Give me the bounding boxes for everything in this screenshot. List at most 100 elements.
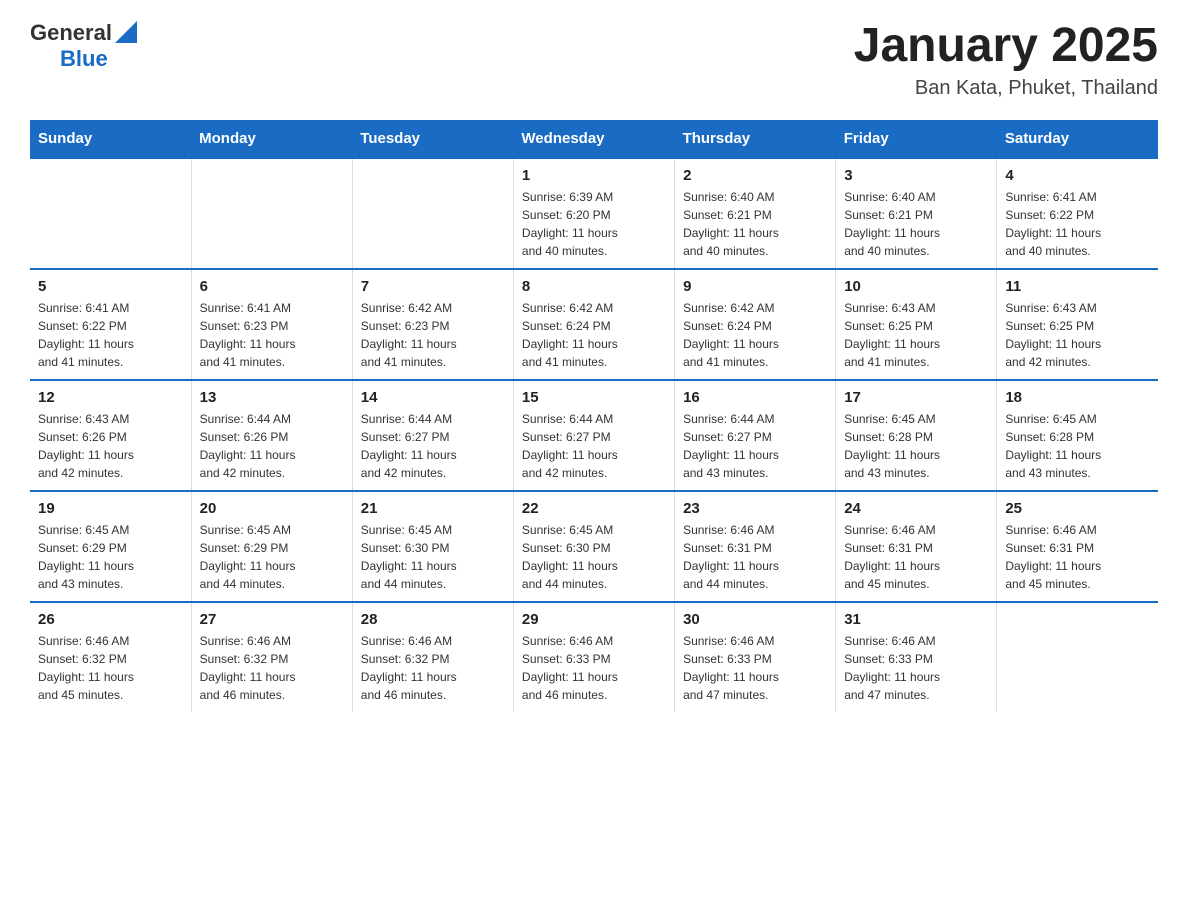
calendar-week-row: 19Sunrise: 6:45 AMSunset: 6:29 PMDayligh…: [30, 491, 1158, 602]
calendar-cell: 7 Sunrise: 6:42 AMSunset: 6:23 PMDaylight…: [352, 269, 513, 380]
col-header-wednesday: Wednesday: [513, 120, 674, 158]
calendar-header-row: SundayMondayTuesdayWednesdayThursdayFrid…: [30, 120, 1158, 158]
day-info: Sunrise: 6:46 AMSunset: 6:33 PMDaylight:…: [683, 632, 827, 704]
day-info: Sunrise: 6:44 AMSunset: 6:27 PMDaylight:…: [361, 410, 505, 482]
calendar-cell: 22 Sunrise: 6:45 AMSunset: 6:30 PMDayligh…: [513, 491, 674, 602]
col-header-sunday: Sunday: [30, 120, 191, 158]
day-info: Sunrise: 6:46 AMSunset: 6:32 PMDaylight:…: [200, 632, 344, 704]
day-number: 2: [683, 167, 827, 184]
calendar-cell: [352, 158, 513, 269]
day-info: Sunrise: 6:43 AMSunset: 6:25 PMDaylight:…: [1005, 299, 1150, 371]
day-number: 31: [844, 611, 988, 628]
calendar-cell: 8 Sunrise: 6:42 AMSunset: 6:24 PMDaylight…: [513, 269, 674, 380]
day-number: 3: [844, 167, 988, 184]
calendar-cell: 3 Sunrise: 6:40 AMSunset: 6:21 PMDaylight…: [836, 158, 997, 269]
calendar-week-row: 12 Sunrise: 6:43 AMSunset: 6:26 PMDayligh…: [30, 380, 1158, 491]
calendar-week-row: 5 Sunrise: 6:41 AMSunset: 6:22 PMDaylight…: [30, 269, 1158, 380]
day-info: Sunrise: 6:46 AMSunset: 6:32 PMDaylight:…: [38, 632, 183, 704]
calendar-cell: 6 Sunrise: 6:41 AMSunset: 6:23 PMDaylight…: [191, 269, 352, 380]
day-info: Sunrise: 6:41 AMSunset: 6:22 PMDaylight:…: [38, 299, 183, 371]
calendar-cell: 24 Sunrise: 6:46 AMSunset: 6:31 PMDayligh…: [836, 491, 997, 602]
day-info: Sunrise: 6:44 AMSunset: 6:27 PMDaylight:…: [522, 410, 666, 482]
day-number: 9: [683, 278, 827, 295]
col-header-monday: Monday: [191, 120, 352, 158]
calendar-cell: 28 Sunrise: 6:46 AMSunset: 6:32 PMDayligh…: [352, 602, 513, 712]
day-number: 18: [1005, 389, 1150, 406]
day-number: 14: [361, 389, 505, 406]
day-number: 4: [1005, 167, 1150, 184]
calendar-cell: 27Sunrise: 6:46 AMSunset: 6:32 PMDayligh…: [191, 602, 352, 712]
calendar-cell: 29 Sunrise: 6:46 AMSunset: 6:33 PMDayligh…: [513, 602, 674, 712]
calendar-cell: 19Sunrise: 6:45 AMSunset: 6:29 PMDayligh…: [30, 491, 191, 602]
calendar-cell: 5 Sunrise: 6:41 AMSunset: 6:22 PMDaylight…: [30, 269, 191, 380]
day-info: Sunrise: 6:43 AMSunset: 6:26 PMDaylight:…: [38, 410, 183, 482]
calendar-cell: 25Sunrise: 6:46 AMSunset: 6:31 PMDayligh…: [997, 491, 1158, 602]
logo-blue-text: Blue: [60, 46, 108, 72]
day-info: Sunrise: 6:46 AMSunset: 6:31 PMDaylight:…: [844, 521, 988, 593]
day-info: Sunrise: 6:46 AMSunset: 6:33 PMDaylight:…: [522, 632, 666, 704]
day-number: 28: [361, 611, 505, 628]
calendar-cell: 18 Sunrise: 6:45 AMSunset: 6:28 PMDayligh…: [997, 380, 1158, 491]
logo-triangle-icon: [115, 21, 137, 43]
logo: General Blue: [30, 20, 137, 72]
day-number: 5: [38, 278, 183, 295]
day-number: 12: [38, 389, 183, 406]
day-number: 21: [361, 500, 505, 517]
col-header-thursday: Thursday: [675, 120, 836, 158]
day-number: 26: [38, 611, 183, 628]
day-number: 11: [1005, 278, 1150, 295]
day-number: 16: [683, 389, 827, 406]
day-info: Sunrise: 6:40 AMSunset: 6:21 PMDaylight:…: [844, 188, 988, 260]
day-info: Sunrise: 6:41 AMSunset: 6:22 PMDaylight:…: [1005, 188, 1150, 260]
day-number: 29: [522, 611, 666, 628]
day-number: 7: [361, 278, 505, 295]
calendar-cell: 11 Sunrise: 6:43 AMSunset: 6:25 PMDayligh…: [997, 269, 1158, 380]
calendar-cell: 26 Sunrise: 6:46 AMSunset: 6:32 PMDayligh…: [30, 602, 191, 712]
day-info: Sunrise: 6:46 AMSunset: 6:32 PMDaylight:…: [361, 632, 505, 704]
day-info: Sunrise: 6:41 AMSunset: 6:23 PMDaylight:…: [200, 299, 344, 371]
calendar-cell: 2Sunrise: 6:40 AMSunset: 6:21 PMDaylight…: [675, 158, 836, 269]
calendar-cell: 13Sunrise: 6:44 AMSunset: 6:26 PMDayligh…: [191, 380, 352, 491]
calendar-cell: [997, 602, 1158, 712]
day-number: 23: [683, 500, 827, 517]
calendar-week-row: 1 Sunrise: 6:39 AMSunset: 6:20 PMDaylight…: [30, 158, 1158, 269]
day-number: 30: [683, 611, 827, 628]
col-header-friday: Friday: [836, 120, 997, 158]
calendar-cell: 23Sunrise: 6:46 AMSunset: 6:31 PMDayligh…: [675, 491, 836, 602]
calendar-cell: 12 Sunrise: 6:43 AMSunset: 6:26 PMDayligh…: [30, 380, 191, 491]
day-number: 6: [200, 278, 344, 295]
day-info: Sunrise: 6:46 AMSunset: 6:33 PMDaylight:…: [844, 632, 988, 704]
calendar-cell: 14 Sunrise: 6:44 AMSunset: 6:27 PMDayligh…: [352, 380, 513, 491]
day-number: 25: [1005, 500, 1150, 517]
calendar-table: SundayMondayTuesdayWednesdayThursdayFrid…: [30, 120, 1158, 712]
day-number: 8: [522, 278, 666, 295]
day-info: Sunrise: 6:42 AMSunset: 6:24 PMDaylight:…: [683, 299, 827, 371]
day-info: Sunrise: 6:45 AMSunset: 6:29 PMDaylight:…: [200, 521, 344, 593]
page-header: General Blue January 2025 Ban Kata, Phuk…: [30, 20, 1158, 100]
calendar-cell: 17 Sunrise: 6:45 AMSunset: 6:28 PMDayligh…: [836, 380, 997, 491]
day-number: 17: [844, 389, 988, 406]
day-number: 22: [522, 500, 666, 517]
calendar-cell: 15Sunrise: 6:44 AMSunset: 6:27 PMDayligh…: [513, 380, 674, 491]
col-header-tuesday: Tuesday: [352, 120, 513, 158]
day-info: Sunrise: 6:45 AMSunset: 6:29 PMDaylight:…: [38, 521, 183, 593]
day-info: Sunrise: 6:45 AMSunset: 6:30 PMDaylight:…: [361, 521, 505, 593]
day-info: Sunrise: 6:45 AMSunset: 6:30 PMDaylight:…: [522, 521, 666, 593]
day-number: 20: [200, 500, 344, 517]
day-info: Sunrise: 6:44 AMSunset: 6:26 PMDaylight:…: [200, 410, 344, 482]
calendar-cell: 4 Sunrise: 6:41 AMSunset: 6:22 PMDaylight…: [997, 158, 1158, 269]
calendar-cell: [191, 158, 352, 269]
day-info: Sunrise: 6:42 AMSunset: 6:23 PMDaylight:…: [361, 299, 505, 371]
day-info: Sunrise: 6:45 AMSunset: 6:28 PMDaylight:…: [1005, 410, 1150, 482]
day-info: Sunrise: 6:39 AMSunset: 6:20 PMDaylight:…: [522, 188, 666, 260]
day-info: Sunrise: 6:45 AMSunset: 6:28 PMDaylight:…: [844, 410, 988, 482]
calendar-subtitle: Ban Kata, Phuket, Thailand: [854, 77, 1158, 100]
day-number: 1: [522, 167, 666, 184]
calendar-cell: 1 Sunrise: 6:39 AMSunset: 6:20 PMDaylight…: [513, 158, 674, 269]
day-number: 24: [844, 500, 988, 517]
day-info: Sunrise: 6:43 AMSunset: 6:25 PMDaylight:…: [844, 299, 988, 371]
day-info: Sunrise: 6:42 AMSunset: 6:24 PMDaylight:…: [522, 299, 666, 371]
col-header-saturday: Saturday: [997, 120, 1158, 158]
calendar-cell: 10Sunrise: 6:43 AMSunset: 6:25 PMDayligh…: [836, 269, 997, 380]
title-section: January 2025 Ban Kata, Phuket, Thailand: [854, 20, 1158, 100]
